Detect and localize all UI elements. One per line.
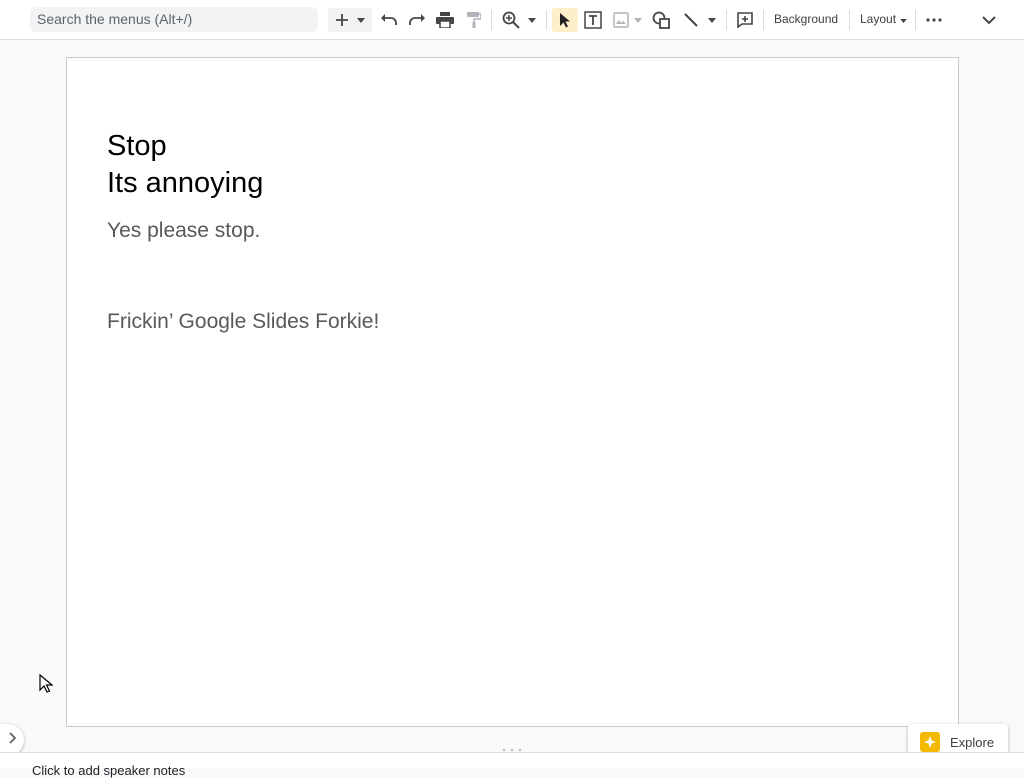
image-icon bbox=[612, 12, 629, 28]
caret-down-icon bbox=[633, 17, 642, 23]
paint-format-button[interactable] bbox=[463, 8, 485, 32]
search-menus-input[interactable]: Search the menus (Alt+/) bbox=[30, 7, 318, 32]
slide-canvas[interactable]: Stop Its annoying Yes please stop. Frick… bbox=[66, 57, 959, 727]
mouse-pointer-icon bbox=[39, 673, 54, 699]
add-comment-icon bbox=[737, 12, 753, 28]
chevron-right-icon bbox=[9, 731, 17, 749]
toolbar-divider bbox=[546, 10, 547, 30]
shape-icon bbox=[652, 11, 670, 29]
more-options-button[interactable] bbox=[923, 8, 945, 32]
new-slide-button[interactable] bbox=[328, 8, 372, 32]
slide-title-line: Stop bbox=[107, 130, 167, 162]
slide-subtitle[interactable]: Yes please stop. bbox=[107, 219, 260, 243]
slide-body-text[interactable]: Frickin’ Google Slides Forkie! bbox=[107, 310, 379, 334]
more-horizontal-icon bbox=[926, 18, 942, 22]
comment-button[interactable] bbox=[734, 8, 756, 32]
text-box-button[interactable] bbox=[582, 8, 604, 32]
insert-image-button[interactable] bbox=[610, 8, 644, 32]
toolbar-divider bbox=[491, 10, 492, 30]
text-box-icon bbox=[584, 11, 602, 29]
line-button[interactable] bbox=[680, 8, 702, 32]
background-button[interactable]: Background bbox=[774, 12, 838, 26]
toolbar-divider bbox=[849, 10, 850, 30]
line-icon bbox=[683, 12, 699, 28]
zoom-button[interactable] bbox=[500, 8, 522, 32]
undo-icon bbox=[380, 13, 398, 27]
paint-roller-icon bbox=[467, 12, 481, 28]
caret-down-icon[interactable] bbox=[357, 17, 365, 23]
explore-icon bbox=[920, 732, 940, 752]
layout-label: Layout bbox=[860, 12, 897, 26]
line-dropdown-button[interactable] bbox=[706, 8, 718, 32]
slide-title-line: Its annoying bbox=[107, 167, 264, 199]
redo-button[interactable] bbox=[406, 8, 428, 32]
select-tool-button[interactable] bbox=[552, 8, 578, 32]
caret-down-icon bbox=[708, 17, 716, 23]
zoom-in-icon bbox=[502, 11, 520, 29]
speaker-notes-placeholder[interactable]: Click to add speaker notes bbox=[32, 763, 185, 778]
toolbar: Search the menus (Alt+/) Background Layo… bbox=[0, 0, 1024, 40]
undo-button[interactable] bbox=[378, 8, 400, 32]
toolbar-divider bbox=[726, 10, 727, 30]
speaker-notes-panel[interactable]: Click to add speaker notes bbox=[0, 752, 1024, 778]
redo-icon bbox=[408, 13, 426, 27]
caret-down-icon bbox=[900, 12, 908, 26]
slide-title[interactable]: Stop Its annoying bbox=[107, 128, 263, 202]
cursor-arrow-icon bbox=[559, 12, 571, 28]
layout-button[interactable]: Layout bbox=[860, 12, 908, 26]
hide-menus-button[interactable] bbox=[978, 8, 1000, 32]
chevron-down-icon bbox=[982, 15, 996, 25]
toolbar-divider bbox=[763, 10, 764, 30]
shape-button[interactable] bbox=[650, 8, 672, 32]
caret-down-icon bbox=[528, 17, 536, 23]
print-button[interactable] bbox=[434, 8, 456, 32]
toolbar-divider bbox=[915, 10, 916, 30]
zoom-dropdown-button[interactable] bbox=[526, 8, 538, 32]
explore-label: Explore bbox=[950, 734, 995, 750]
print-icon bbox=[436, 12, 454, 28]
plus-icon bbox=[335, 13, 349, 27]
